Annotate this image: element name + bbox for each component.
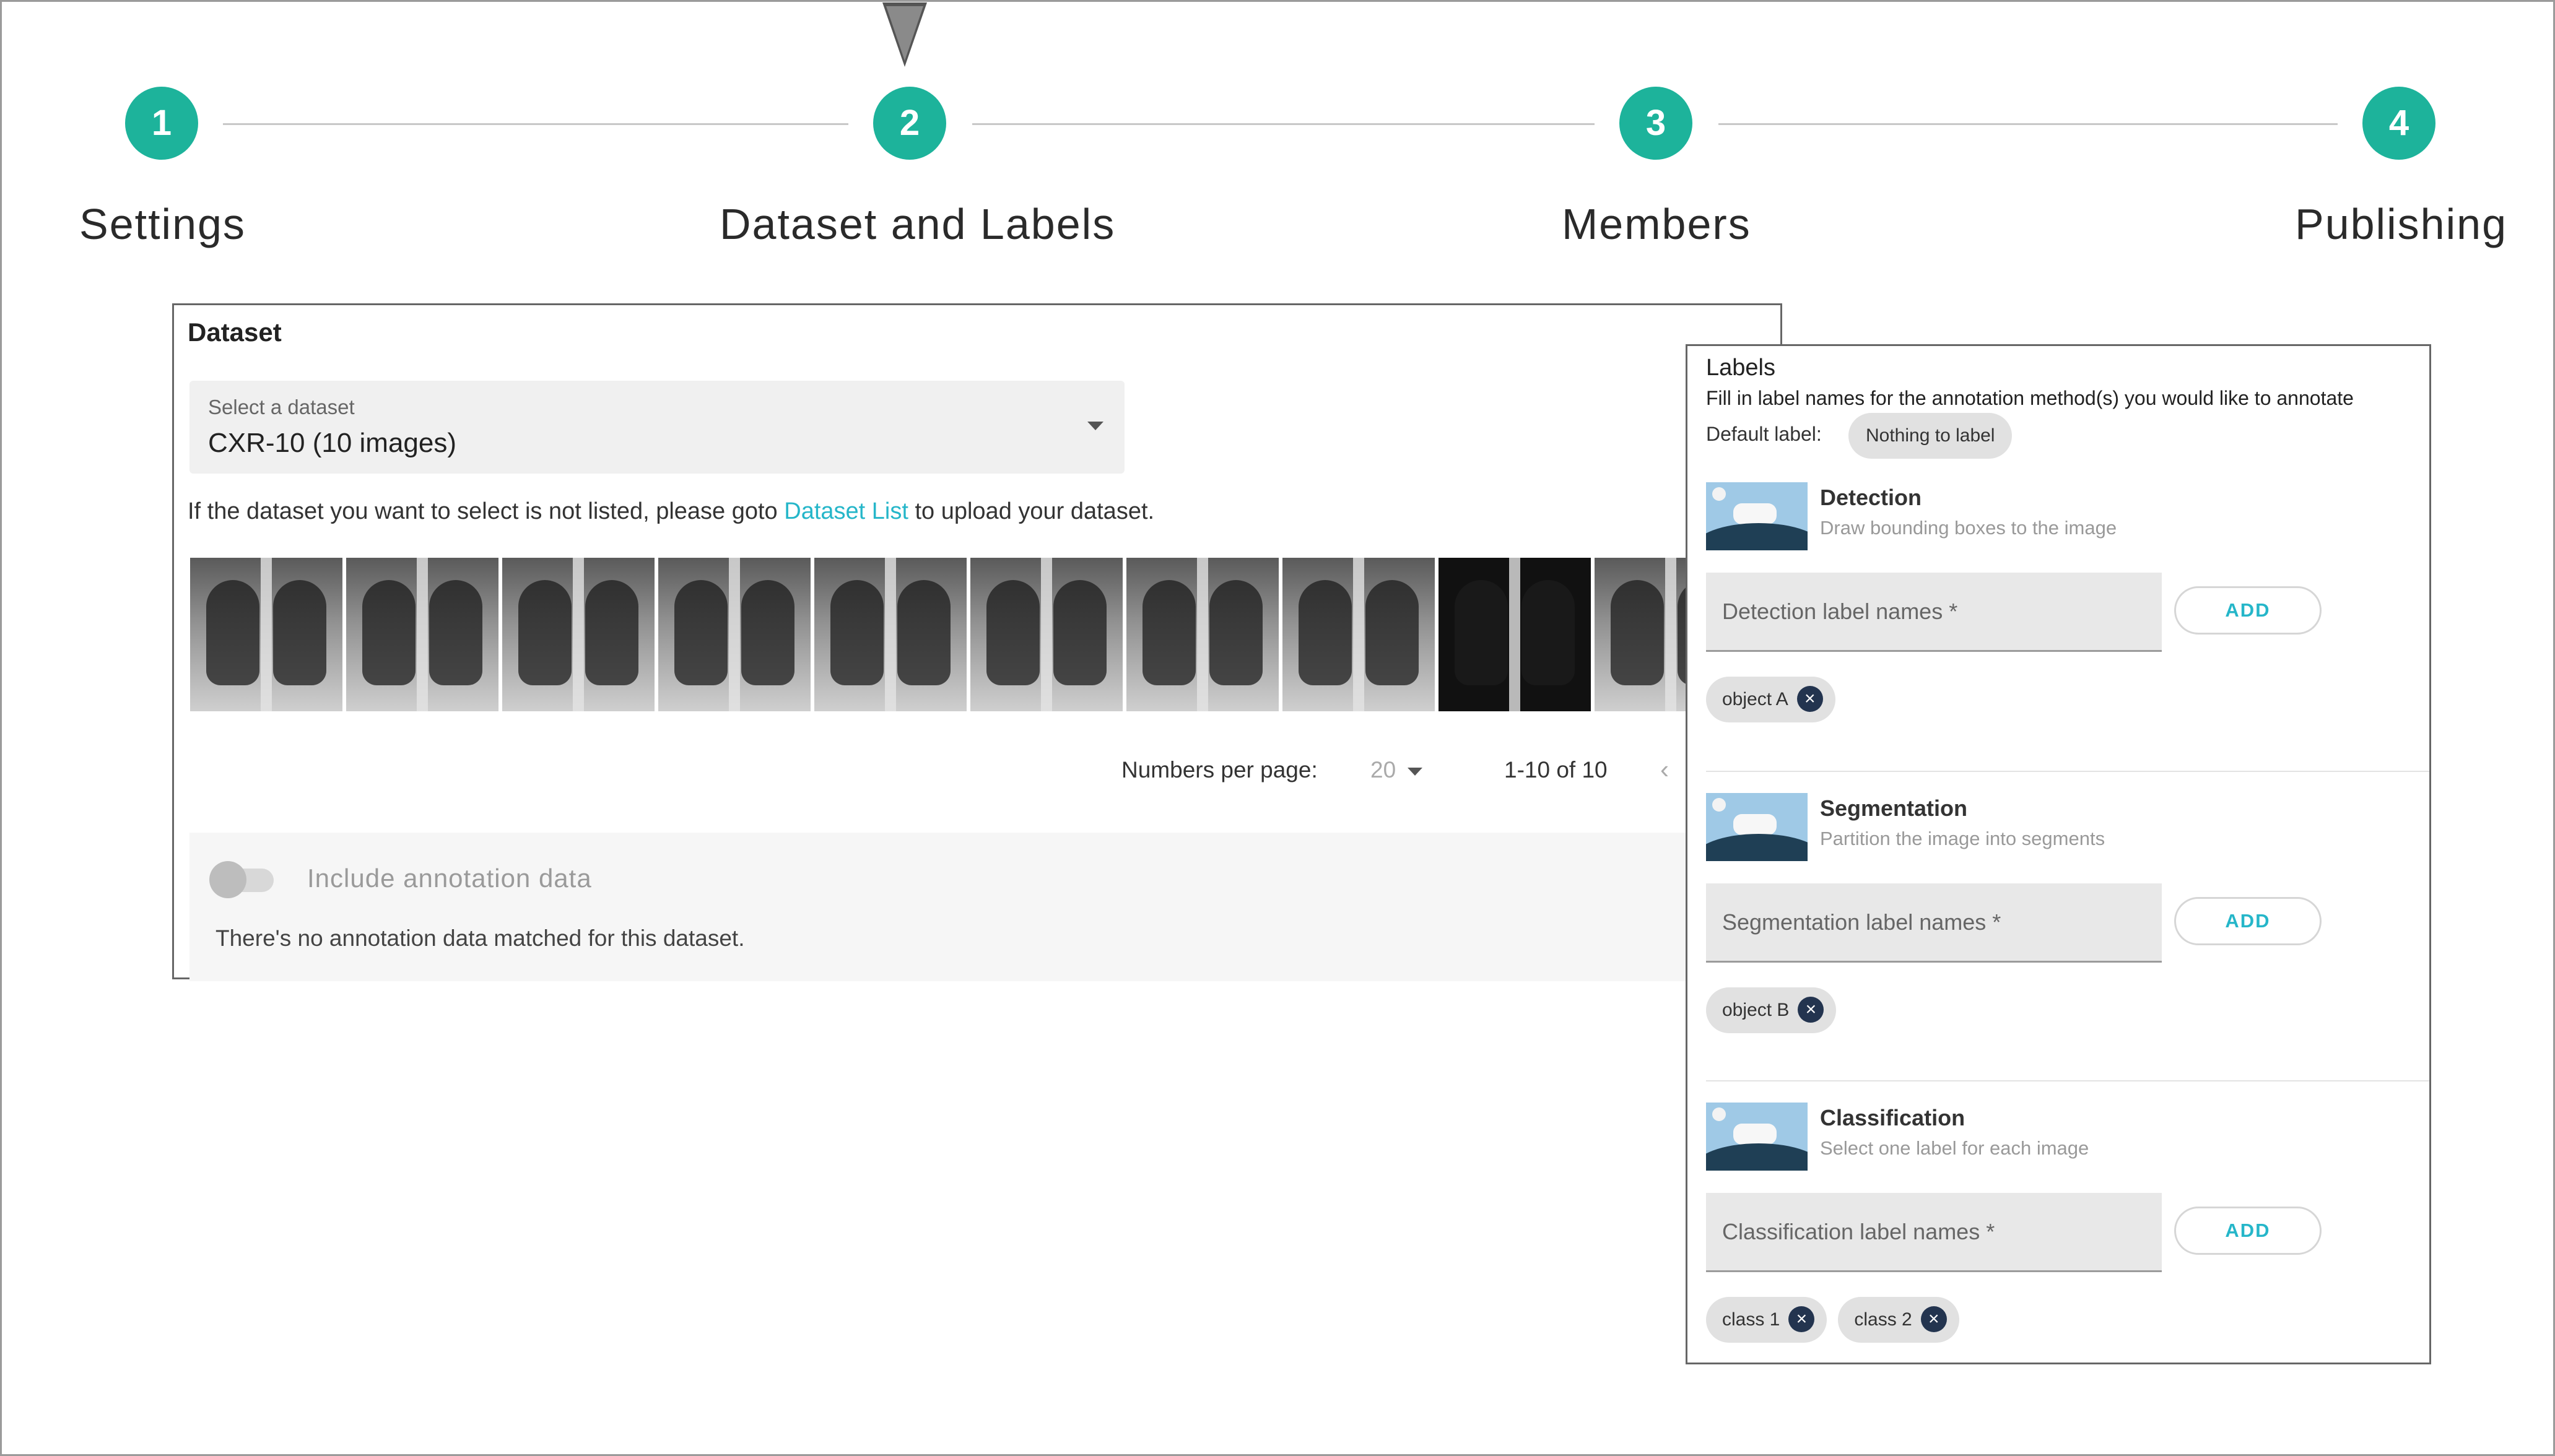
segmentation-label-input[interactable]: Segmentation label names * (1706, 883, 2162, 963)
step-3-label[interactable]: Members (1562, 199, 1751, 249)
xray-thumbnail[interactable] (814, 558, 967, 711)
label-chip[interactable]: object A × (1706, 677, 1835, 722)
step-connector (1718, 123, 2338, 125)
xray-thumbnail[interactable] (1126, 558, 1279, 711)
labels-description: Fill in label names for the annotation m… (1706, 387, 2354, 409)
step-connector (223, 123, 848, 125)
annotation-toggle-label: Include annotation data (307, 864, 592, 893)
step-1-circle[interactable]: 1 (125, 87, 198, 160)
classification-add-button[interactable]: ADD (2174, 1207, 2322, 1255)
dropdown-arrow-icon[interactable] (1087, 422, 1103, 430)
detection-label-input[interactable]: Detection label names * (1706, 573, 2162, 652)
classification-chips: class 1 × class 2 × (1706, 1297, 1970, 1343)
labels-panel: Labels Fill in label names for the annot… (1686, 344, 2431, 1364)
xray-thumbnail[interactable] (502, 558, 655, 711)
section-divider (1706, 1080, 2429, 1081)
label-chip-text: class 2 (1854, 1309, 1912, 1330)
step-3-circle[interactable]: 3 (1619, 87, 1692, 160)
label-chip[interactable]: class 1 × (1706, 1297, 1827, 1343)
segmentation-subtitle: Partition the image into segments (1820, 828, 2105, 849)
dataset-select[interactable]: Select a dataset CXR-10 (10 images) (189, 381, 1125, 474)
dataset-hint: If the dataset you want to select is not… (188, 498, 1154, 525)
step-4-circle[interactable]: 4 (2362, 87, 2435, 160)
segmentation-image-icon (1706, 793, 1808, 861)
segmentation-section: Segmentation Partition the image into se… (1687, 793, 2429, 1103)
annotation-note: There's no annotation data matched for t… (215, 925, 745, 951)
classification-section: Classification Select one label for each… (1687, 1103, 2429, 1363)
detection-subtitle: Draw bounding boxes to the image (1820, 517, 2117, 539)
default-label-caption: Default label: (1706, 423, 1822, 445)
default-label-chip[interactable]: Nothing to label (1848, 413, 2013, 459)
label-chip[interactable]: object B × (1706, 987, 1837, 1033)
step-connector (972, 123, 1595, 125)
xray-thumbnail[interactable] (346, 558, 498, 711)
dataset-list-link[interactable]: Dataset List (784, 498, 908, 524)
classification-input-placeholder: Classification label names * (1722, 1219, 1995, 1244)
page-range: 1-10 of 10 (1504, 757, 1608, 782)
classification-subtitle: Select one label for each image (1820, 1137, 2089, 1159)
step-2-label[interactable]: Dataset and Labels (720, 199, 1115, 249)
detection-input-placeholder: Detection label names * (1722, 599, 1958, 624)
dataset-hint-text: If the dataset you want to select is not… (188, 498, 785, 524)
step-2-circle[interactable]: 2 (873, 87, 946, 160)
close-circle-icon[interactable]: × (1798, 997, 1824, 1023)
section-divider (1706, 771, 2429, 772)
label-chip-text: class 1 (1722, 1309, 1780, 1330)
classification-title: Classification (1820, 1105, 1965, 1130)
dataset-panel: Dataset Select a dataset CXR-10 (10 imag… (172, 303, 1784, 981)
label-chip-text: object B (1722, 1000, 1790, 1020)
annotation-data-section: Include annotation data There's no annot… (189, 833, 1784, 981)
per-page-label: Numbers per page: (1121, 757, 1318, 782)
label-chip-text: object A (1722, 689, 1788, 709)
label-chip[interactable]: class 2 × (1838, 1297, 1959, 1343)
step-1-label[interactable]: Settings (79, 199, 246, 249)
xray-thumbnail[interactable] (658, 558, 811, 711)
segmentation-add-button[interactable]: ADD (2174, 897, 2322, 945)
segmentation-chips: object B × (1706, 987, 1847, 1033)
step-4-label[interactable]: Publishing (2295, 199, 2507, 249)
close-circle-icon[interactable]: × (1920, 1306, 1947, 1333)
annotation-toggle-knob[interactable] (209, 861, 246, 898)
xray-thumbnail[interactable] (970, 558, 1123, 711)
dataset-select-value: CXR-10 (10 images) (208, 428, 457, 458)
detection-add-button[interactable]: ADD (2174, 586, 2322, 635)
detection-section: Detection Draw bounding boxes to the ima… (1687, 482, 2429, 792)
detection-chips: object A × (1706, 677, 1847, 722)
segmentation-input-placeholder: Segmentation label names * (1722, 909, 2001, 935)
active-step-pointer-fill (886, 6, 923, 61)
per-page-select[interactable]: 20 (1370, 757, 1396, 783)
prev-page-icon[interactable]: ‹ (1660, 755, 1669, 784)
detection-title: Detection (1820, 485, 1922, 510)
classification-label-input[interactable]: Classification label names * (1706, 1193, 2162, 1272)
per-page-caret-icon[interactable] (1408, 768, 1422, 776)
detection-image-icon (1706, 482, 1808, 550)
close-circle-icon[interactable]: × (1796, 686, 1823, 713)
dataset-title: Dataset (188, 318, 282, 347)
xray-thumbnail[interactable] (1282, 558, 1435, 711)
xray-thumbnail[interactable] (1595, 558, 1695, 711)
xray-thumbnail[interactable] (1439, 558, 1591, 711)
segmentation-title: Segmentation (1820, 795, 1968, 821)
labels-title: Labels (1706, 355, 1775, 381)
close-circle-icon[interactable]: × (1788, 1306, 1815, 1333)
image-thumbnail-strip[interactable] (190, 558, 1695, 713)
dataset-select-label: Select a dataset (208, 396, 355, 418)
dataset-hint-text-end: to upload your dataset. (908, 498, 1155, 524)
xray-thumbnail[interactable] (190, 558, 342, 711)
classification-image-icon (1706, 1103, 1808, 1171)
